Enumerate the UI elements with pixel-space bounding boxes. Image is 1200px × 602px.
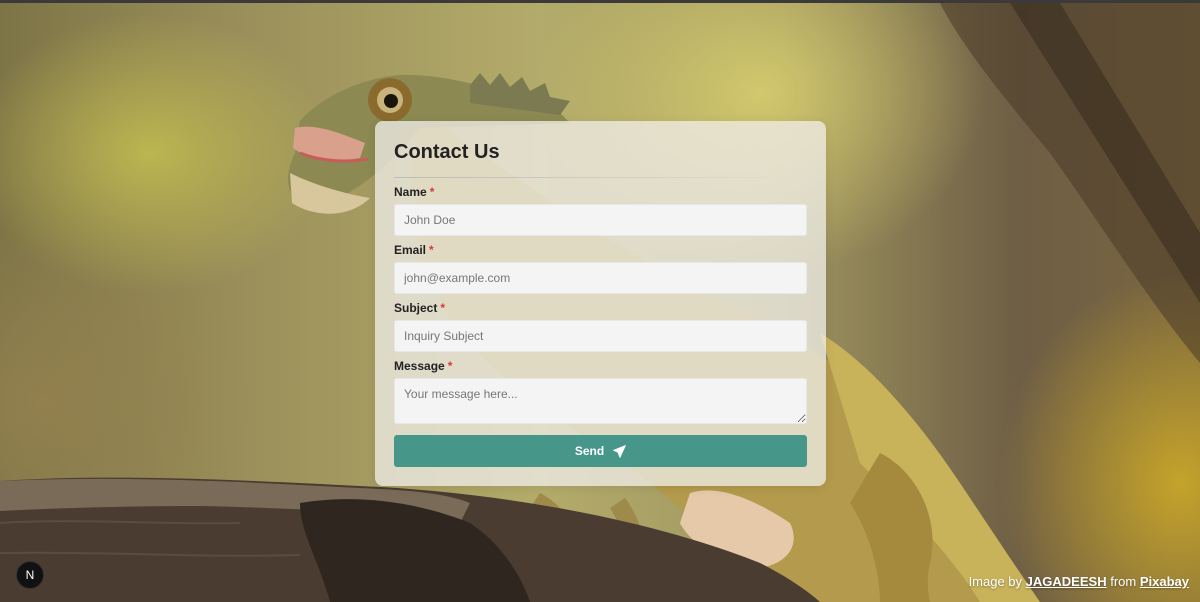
required-mark: * xyxy=(429,243,434,257)
email-label: Email * xyxy=(394,243,434,257)
subject-label: Subject * xyxy=(394,301,445,315)
credit-author-link[interactable]: JAGADEESH xyxy=(1026,574,1107,589)
name-label: Name * xyxy=(394,185,434,199)
message-label: Message * xyxy=(394,359,452,373)
email-input[interactable] xyxy=(394,262,807,294)
required-mark: * xyxy=(440,301,446,315)
image-credit: Image by JAGADEESH from Pixabay xyxy=(969,574,1189,589)
nextjs-logo-letter: N xyxy=(25,568,35,582)
message-label-text: Message xyxy=(394,359,445,373)
form-title: Contact Us xyxy=(394,141,500,163)
name-input[interactable] xyxy=(394,204,807,236)
required-mark: * xyxy=(429,185,435,199)
subject-label-text: Subject xyxy=(394,301,438,315)
send-button[interactable]: Send xyxy=(394,435,807,467)
contact-form-card: Contact Us Name* Email* Subject* Message… xyxy=(375,121,826,486)
paper-plane-icon xyxy=(613,444,627,458)
name-label-text: Name xyxy=(394,185,427,199)
credit-prefix: Image by xyxy=(968,574,1023,589)
subject-input[interactable] xyxy=(394,320,807,352)
required-mark: * xyxy=(447,359,453,373)
title-divider xyxy=(394,177,807,178)
credit-middle: from xyxy=(1110,574,1137,589)
nextjs-logo-icon[interactable]: N xyxy=(16,561,44,589)
credit-source-link[interactable]: Pixabay xyxy=(1140,574,1189,589)
email-label-text: Email xyxy=(394,243,427,257)
message-textarea[interactable] xyxy=(394,378,807,424)
send-button-label: Send xyxy=(574,444,605,458)
